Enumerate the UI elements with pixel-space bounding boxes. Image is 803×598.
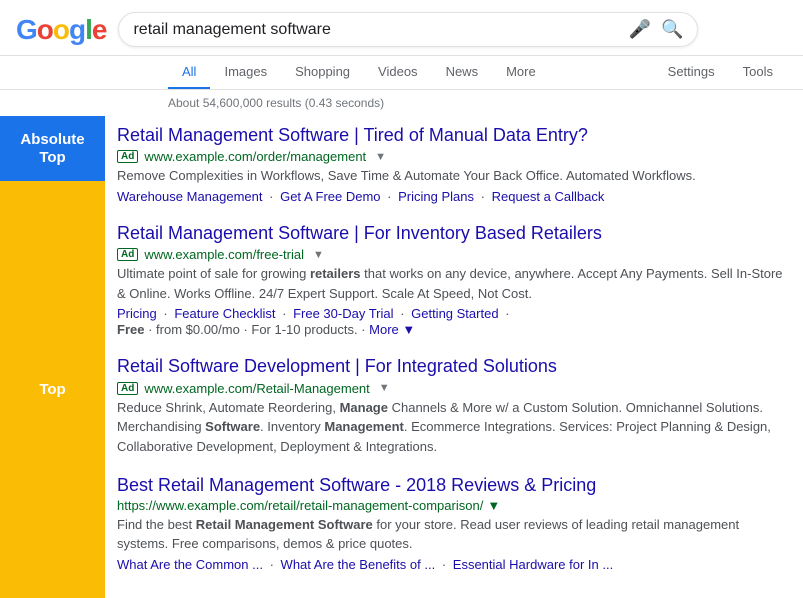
ad-1-sitelink-1[interactable]: Warehouse Management	[117, 189, 263, 204]
ad-3-desc: Reduce Shrink, Automate Reordering, Mana…	[117, 398, 787, 457]
sep: ·	[270, 557, 274, 572]
sep: ·	[505, 306, 509, 321]
nav-item-settings[interactable]: Settings	[654, 56, 729, 89]
logo-letter-o2: o	[53, 14, 69, 45]
logo-letter-g: G	[16, 14, 37, 45]
sep: ·	[442, 557, 446, 572]
nav-left: All Images Shopping Videos News More	[168, 56, 654, 89]
ad-1-sitelink-4[interactable]: Request a Callback	[492, 189, 605, 204]
ad-1-title[interactable]: Retail Management Software | Tired of Ma…	[117, 124, 787, 147]
search-nav: All Images Shopping Videos News More Set…	[0, 56, 803, 90]
ad-2-sitelink-4[interactable]: Getting Started	[411, 306, 498, 321]
organic-1-sitelink-2[interactable]: What Are the Benefits of ...	[281, 557, 436, 572]
search-icons: 🎤 🔍	[629, 19, 684, 40]
ad-1-url-arrow: ▼	[375, 151, 386, 163]
microphone-icon[interactable]: 🎤	[629, 19, 651, 40]
ad-2-badge: Ad	[117, 248, 138, 261]
ad-1-sitelink-3[interactable]: Pricing Plans	[398, 189, 474, 204]
ad-3-url: www.example.com/Retail-Management	[144, 381, 369, 396]
ad-3-url-arrow: ▼	[379, 382, 390, 394]
organic-1-sitelinks[interactable]: What Are the Common ... · What Are the B…	[117, 557, 787, 572]
ad-2-title[interactable]: Retail Management Software | For Invento…	[117, 222, 787, 245]
sep: ·	[269, 189, 273, 204]
logo-letter-l: l	[85, 14, 92, 45]
organic-1-url: https://www.example.com/retail/retail-ma…	[117, 498, 483, 513]
organic-1-sitelink-1[interactable]: What Are the Common ...	[117, 557, 263, 572]
search-bar[interactable]: 🎤 🔍	[118, 12, 698, 47]
ad-2-sitelink-2[interactable]: Feature Checklist	[174, 306, 275, 321]
nav-item-videos[interactable]: Videos	[364, 56, 432, 89]
ad-1-badge: Ad	[117, 150, 138, 163]
organic-1-url-line: https://www.example.com/retail/retail-ma…	[117, 498, 787, 513]
organic-1-title[interactable]: Best Retail Management Software - 2018 R…	[117, 474, 787, 497]
ad-2-badge-line: Ad www.example.com/free-trial ▼	[117, 247, 787, 262]
ad-result-1: Retail Management Software | Tired of Ma…	[117, 124, 787, 204]
ad-3-badge-line: Ad www.example.com/Retail-Management ▼	[117, 381, 787, 396]
top-label-text: Top	[39, 381, 65, 398]
organic-result-1: Best Retail Management Software - 2018 R…	[117, 474, 787, 571]
ad-1-sitelink-2[interactable]: Get A Free Demo	[280, 189, 380, 204]
logo-letter-g2: g	[69, 14, 85, 45]
logo-letter-e: e	[92, 14, 107, 45]
ad-3-badge: Ad	[117, 382, 138, 395]
ad-2-url: www.example.com/free-trial	[144, 247, 304, 262]
results-column: Retail Management Software | Tired of Ma…	[105, 116, 803, 598]
nav-item-images[interactable]: Images	[210, 56, 281, 89]
ad-result-2: Retail Management Software | For Invento…	[117, 222, 787, 337]
organic-1-url-arrow: ▼	[487, 498, 500, 513]
ad-2-more-link[interactable]: More ▼	[369, 322, 415, 337]
results-count: About 54,600,000 results (0.43 seconds)	[0, 90, 803, 116]
search-input[interactable]	[133, 21, 620, 39]
nav-item-news[interactable]: News	[432, 56, 493, 89]
organic-1-desc: Find the best Retail Management Software…	[117, 515, 787, 554]
nav-item-shopping[interactable]: Shopping	[281, 56, 364, 89]
ad-1-url: www.example.com/order/management	[144, 149, 366, 164]
search-icon[interactable]: 🔍	[661, 19, 683, 40]
position-labels: Absolute Top Top	[0, 116, 105, 598]
nav-right: Settings Tools	[654, 56, 787, 89]
top-label: Top	[0, 181, 105, 598]
sep: ·	[163, 306, 167, 321]
ad-1-desc: Remove Complexities in Workflows, Save T…	[117, 166, 787, 186]
ad-1-sitelinks[interactable]: Warehouse Management · Get A Free Demo ·…	[117, 189, 787, 204]
nav-item-tools[interactable]: Tools	[729, 56, 787, 89]
header: Google 🎤 🔍	[0, 0, 803, 56]
logo-letter-o1: o	[37, 14, 53, 45]
ad-2-free-note: Free · from $0.00/mo · For 1-10 products…	[117, 322, 787, 337]
main-content: Absolute Top Top Retail Management Softw…	[0, 116, 803, 598]
google-logo[interactable]: Google	[16, 14, 106, 46]
sep: ·	[481, 189, 485, 204]
sep: ·	[400, 306, 404, 321]
ad-2-sitelink-1[interactable]: Pricing	[117, 306, 157, 321]
nav-item-all[interactable]: All	[168, 56, 210, 89]
ad-2-sitelinks[interactable]: Pricing · Feature Checklist · Free 30-Da…	[117, 306, 787, 321]
ad-2-desc: Ultimate point of sale for growing retai…	[117, 264, 787, 303]
sep: ·	[282, 306, 286, 321]
absolute-top-label: Absolute Top	[0, 116, 105, 181]
ad-3-title[interactable]: Retail Software Development | For Integr…	[117, 355, 787, 378]
organic-1-sitelink-3[interactable]: Essential Hardware for In ...	[453, 557, 613, 572]
nav-item-more[interactable]: More	[492, 56, 550, 89]
ad-1-badge-line: Ad www.example.com/order/management ▼	[117, 149, 787, 164]
ad-2-url-arrow: ▼	[313, 249, 324, 261]
ad-result-3: Retail Software Development | For Integr…	[117, 355, 787, 456]
ad-2-sitelink-3[interactable]: Free 30-Day Trial	[293, 306, 393, 321]
sep: ·	[387, 189, 391, 204]
